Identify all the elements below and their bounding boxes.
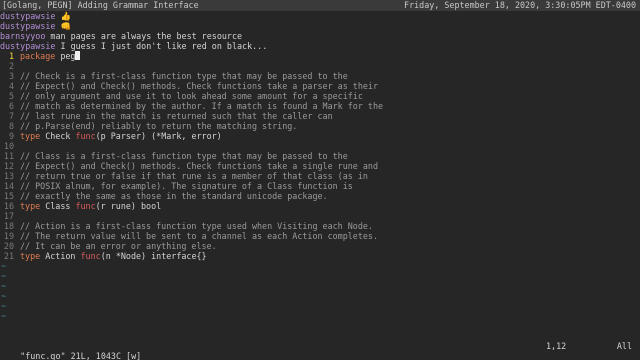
code-line[interactable]: 16 type Class func(r rune) bool — [0, 201, 640, 211]
terminal-screen: [Golang, PEGN] Adding Grammar Interface … — [0, 0, 640, 360]
code-line[interactable]: 7// last rune in the match is returned s… — [0, 111, 640, 121]
empty-line-marker: ~ — [1, 281, 7, 291]
chat-nick: barnsyyoo — [0, 31, 46, 41]
fist-bump-icon: 👊 — [60, 21, 71, 31]
code-line[interactable]: 12// Expect() and Check() methods. Check… — [0, 161, 640, 171]
chat-message: dustypawsie 👊 — [0, 21, 640, 31]
empty-line-marker: ~ — [1, 271, 7, 281]
code-line[interactable]: 2 — [0, 61, 640, 71]
chat-pane: dustypawsie 👍 dustypawsie 👊 barnsyyoo ma… — [0, 11, 640, 51]
code-line[interactable]: 15// exactly the same as those in the st… — [0, 191, 640, 201]
code-line[interactable]: 6// match as determined by the author. I… — [0, 101, 640, 111]
clock: Friday, September 18, 2020, 3:30:05PM ED… — [404, 0, 636, 10]
code-line[interactable]: 19// The return value will be sent to a … — [0, 231, 640, 241]
code-line[interactable]: 21 type Action func(n *Node) interface{} — [0, 251, 640, 261]
text-cursor — [75, 51, 81, 60]
chat-nick: dustypawsie — [0, 21, 56, 31]
chat-message: dustypawsie 👍 — [0, 11, 640, 21]
code-line[interactable]: 9 type Check func(p Parser) (*Mark, error… — [0, 131, 640, 141]
vim-editor[interactable]: 1 package peg 2 3// Check is a first-clas… — [0, 51, 640, 337]
code-line[interactable]: 13// return true or false if that rune i… — [0, 171, 640, 181]
code-line[interactable]: 4// Expect() and Check() methods. Check … — [0, 81, 640, 91]
code-line[interactable]: 11// Class is a first-class function typ… — [0, 151, 640, 161]
empty-line-marker: ~ — [1, 291, 7, 301]
chat-text: man pages are always the best resource — [45, 31, 243, 41]
code-line[interactable]: 14// POSIX alnum, for example). The sign… — [0, 181, 640, 191]
vim-status-line: "func.go" 21L, 1043C [w] 1,12 All — [0, 341, 640, 360]
code-line[interactable]: 20// It can be an error or anything else… — [0, 241, 640, 251]
code-line[interactable]: 5// only argument and use it to look ahe… — [0, 91, 640, 101]
code-line[interactable]: 17 — [0, 211, 640, 221]
empty-line-marker: ~ — [1, 261, 7, 271]
code-line[interactable]: 3// Check is a first-class function type… — [0, 71, 640, 81]
code-line[interactable]: 1 package peg — [0, 51, 640, 61]
empty-line-marker: ~ — [1, 311, 7, 321]
chat-message: dustypawsie I guess I just don't like re… — [0, 41, 640, 51]
code-line[interactable]: 10 — [0, 141, 640, 151]
empty-line-marker: ~ — [1, 301, 7, 311]
tmux-status-bar: [Golang, PEGN] Adding Grammar Interface … — [0, 0, 640, 11]
stream-title: [Golang, PEGN] Adding Grammar Interface — [2, 0, 199, 10]
thumbs-up-icon: 👍 — [60, 11, 71, 21]
cursor-position: 1,12 — [546, 341, 567, 351]
chat-text: I guess I just don't like red on black..… — [55, 41, 268, 51]
scroll-percent: All — [616, 341, 632, 351]
chat-nick: dustypawsie — [0, 41, 56, 51]
file-info: "func.go" 21L, 1043C [w] — [20, 351, 142, 360]
code-line[interactable]: 18// Action is a first-class function ty… — [0, 221, 640, 231]
code-line[interactable]: 8// p.Parse(end) reliably to return the … — [0, 121, 640, 131]
chat-message: barnsyyoo man pages are always the best … — [0, 31, 640, 41]
chat-nick: dustypawsie — [0, 11, 56, 21]
line-number: 1 — [8, 51, 14, 61]
